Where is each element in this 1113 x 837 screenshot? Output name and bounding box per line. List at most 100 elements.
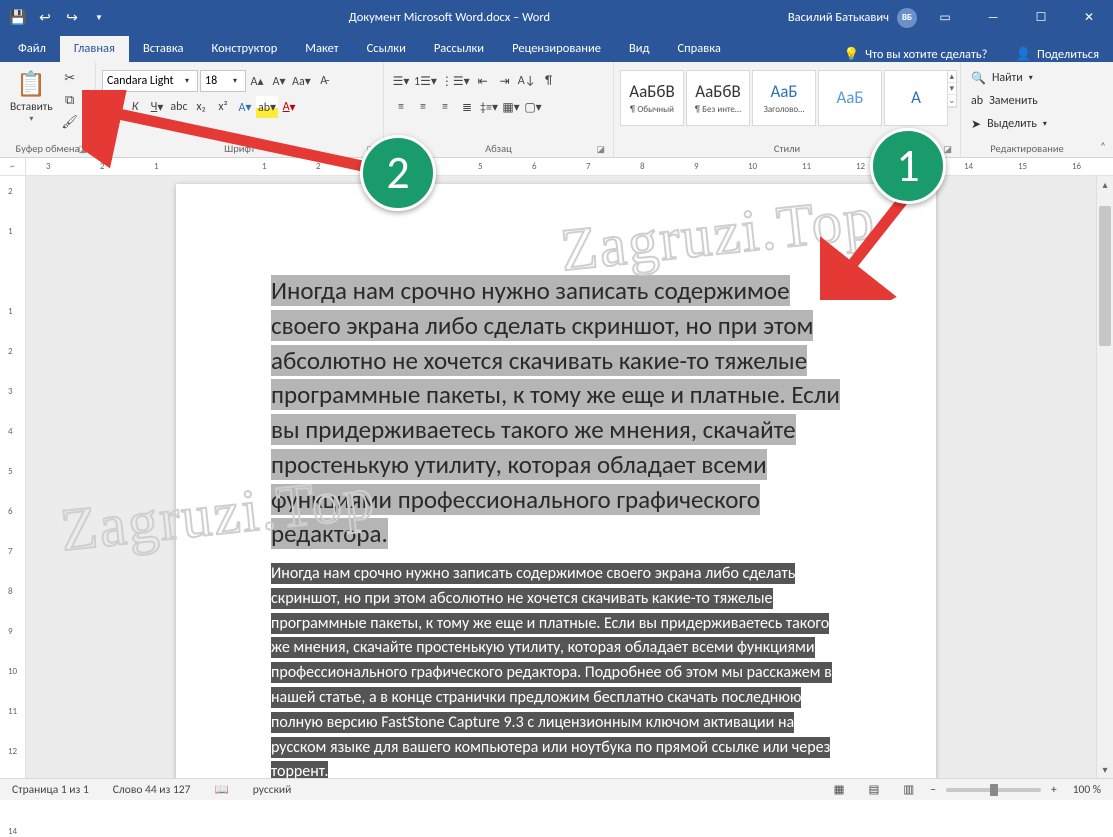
- grow-font-button[interactable]: A▴: [246, 70, 268, 92]
- find-button[interactable]: 🔍Найти▾: [971, 68, 1047, 88]
- page[interactable]: Иногда нам срочно нужно записать содержи…: [176, 184, 936, 778]
- clipboard-icon: 📋: [16, 68, 46, 100]
- underline-button[interactable]: Ч▾: [146, 96, 168, 118]
- align-center-button[interactable]: ≡: [412, 96, 434, 118]
- italic-button[interactable]: К: [124, 96, 146, 118]
- sort-button[interactable]: A↓: [516, 70, 538, 92]
- highlight-button[interactable]: ab▾: [256, 96, 278, 118]
- style-item-3[interactable]: АаБ: [818, 70, 882, 126]
- qat-customize-button[interactable]: ▼: [87, 6, 111, 30]
- multilevel-list-button[interactable]: ⋮☰▾: [439, 70, 472, 92]
- zoom-slider[interactable]: [946, 788, 1041, 792]
- shrink-font-button[interactable]: A▾: [268, 70, 290, 92]
- bold-button[interactable]: Ж: [102, 96, 124, 118]
- bullet-list-button[interactable]: ☰▾: [390, 70, 412, 92]
- font-size-select[interactable]: ▾: [200, 70, 246, 92]
- gallery-down-button[interactable]: ▾: [948, 83, 956, 95]
- zoom-level[interactable]: 100 %: [1061, 779, 1113, 800]
- vertical-ruler[interactable]: 211234567891011121314: [0, 176, 26, 778]
- tab-references[interactable]: Ссылки: [353, 36, 420, 62]
- paragraph-2[interactable]: Иногда нам срочно нужно записать содержи…: [271, 562, 841, 778]
- paragraph-group-label: Абзац: [485, 142, 512, 155]
- tab-file[interactable]: Файл: [4, 36, 60, 62]
- decrease-indent-button[interactable]: ⇤: [472, 70, 494, 92]
- close-button[interactable]: ✕: [1069, 3, 1109, 33]
- copy-button[interactable]: ⧉: [59, 90, 81, 110]
- clipboard-dialog-launcher[interactable]: ◪: [78, 144, 87, 155]
- workspace: 211234567891011121314 Иногда нам срочно …: [0, 176, 1113, 778]
- scroll-thumb[interactable]: [1099, 206, 1111, 346]
- styles-group-label: Стили: [774, 142, 800, 155]
- show-marks-button[interactable]: ¶: [538, 70, 560, 92]
- collapse-ribbon-button[interactable]: ˄: [1093, 62, 1113, 157]
- change-case-button[interactable]: Aa▾: [290, 70, 313, 92]
- text-effects-button[interactable]: A▾: [234, 96, 256, 118]
- clear-formatting-button[interactable]: A̶: [313, 70, 335, 92]
- status-language[interactable]: русский: [241, 779, 304, 800]
- format-painter-button[interactable]: 🖌: [59, 112, 81, 132]
- status-bar: Страница 1 из 1 Слово 44 из 127 📖 русски…: [0, 778, 1113, 800]
- increase-indent-button[interactable]: ⇥: [494, 70, 516, 92]
- number-list-button[interactable]: 1☰▾: [412, 70, 439, 92]
- maximize-button[interactable]: ☐: [1021, 3, 1061, 33]
- tab-help[interactable]: Справка: [664, 36, 735, 62]
- status-word-count[interactable]: Слово 44 из 127: [101, 779, 203, 800]
- scroll-down-button[interactable]: ▾: [1097, 761, 1113, 778]
- tab-design[interactable]: Конструктор: [197, 36, 291, 62]
- annotation-badge-1: 1: [870, 128, 946, 204]
- avatar[interactable]: ВБ: [897, 8, 917, 28]
- cut-button[interactable]: ✂: [59, 68, 81, 88]
- zoom-knob[interactable]: [990, 784, 998, 796]
- align-right-button[interactable]: ≡: [434, 96, 456, 118]
- subscript-button[interactable]: x₂: [190, 96, 212, 118]
- gallery-more-button[interactable]: ⌄: [948, 95, 956, 107]
- save-button[interactable]: 💾: [6, 6, 30, 30]
- superscript-button[interactable]: x²: [212, 96, 234, 118]
- tab-insert[interactable]: Вставка: [129, 36, 198, 62]
- styles-gallery[interactable]: АаБбВ¶ ОбычныйАаБбВ¶ Без инте…АаБЗаголов…: [620, 70, 948, 126]
- tab-home[interactable]: Главная: [60, 36, 129, 62]
- tab-mailings[interactable]: Рассылки: [420, 36, 498, 62]
- styles-gallery-scroll[interactable]: ▴ ▾ ⌄: [948, 70, 957, 108]
- undo-button[interactable]: ↩: [33, 6, 57, 30]
- share-button[interactable]: 👤Поделиться: [1001, 47, 1113, 62]
- paragraph-dialog-launcher[interactable]: ◪: [596, 144, 605, 155]
- zoom-in-button[interactable]: +: [1047, 779, 1061, 800]
- tab-view[interactable]: Вид: [615, 36, 664, 62]
- line-spacing-button[interactable]: ‡≡▾: [478, 96, 500, 118]
- status-page[interactable]: Страница 1 из 1: [0, 779, 101, 800]
- view-print-button[interactable]: ▤: [856, 779, 891, 800]
- tell-me-search[interactable]: 💡Что вы хотите сделать?: [830, 47, 1002, 62]
- replace-button[interactable]: abЗаменить: [971, 91, 1047, 111]
- horizontal-ruler[interactable]: ⌐ 32112345678910111213141516: [0, 158, 1113, 176]
- vertical-scrollbar[interactable]: ▴ ▾: [1096, 176, 1113, 778]
- align-justify-button[interactable]: ≣: [456, 96, 478, 118]
- style-item-2[interactable]: АаБЗаголово…: [752, 70, 816, 126]
- style-item-1[interactable]: АаБбВ¶ Без инте…: [686, 70, 750, 126]
- view-web-button[interactable]: ▥: [891, 779, 926, 800]
- strikethrough-button[interactable]: abc: [168, 96, 190, 118]
- redo-button[interactable]: ↪: [60, 6, 84, 30]
- styles-dialog-launcher[interactable]: ◪: [943, 144, 952, 155]
- tab-review[interactable]: Рецензирование: [498, 36, 615, 62]
- minimize-button[interactable]: —: [973, 3, 1013, 33]
- paste-button[interactable]: 📋 Вставить ▾: [6, 66, 57, 126]
- view-read-button[interactable]: ▦: [822, 779, 857, 800]
- shading-button[interactable]: ▦▾: [500, 96, 522, 118]
- style-item-0[interactable]: АаБбВ¶ Обычный: [620, 70, 684, 126]
- font-color-button[interactable]: A▾: [278, 96, 300, 118]
- style-item-4[interactable]: А: [884, 70, 948, 126]
- scroll-up-button[interactable]: ▴: [1097, 176, 1113, 193]
- ribbon-options-button[interactable]: ▭: [925, 3, 965, 33]
- ruler-corner-icon[interactable]: ⌐: [0, 158, 26, 175]
- select-button[interactable]: ➤Выделить▾: [971, 114, 1047, 134]
- status-proofing[interactable]: 📖: [202, 779, 240, 800]
- gallery-up-button[interactable]: ▴: [948, 71, 956, 83]
- paragraph-1[interactable]: Иногда нам срочно нужно записать содержи…: [271, 274, 841, 552]
- align-left-button[interactable]: ≡: [390, 96, 412, 118]
- borders-button[interactable]: ▢▾: [522, 96, 544, 118]
- zoom-out-button[interactable]: −: [926, 779, 940, 800]
- font-family-select[interactable]: ▾: [102, 70, 198, 92]
- tab-layout[interactable]: Макет: [291, 36, 352, 62]
- document-viewport[interactable]: Иногда нам срочно нужно записать содержи…: [26, 176, 1096, 778]
